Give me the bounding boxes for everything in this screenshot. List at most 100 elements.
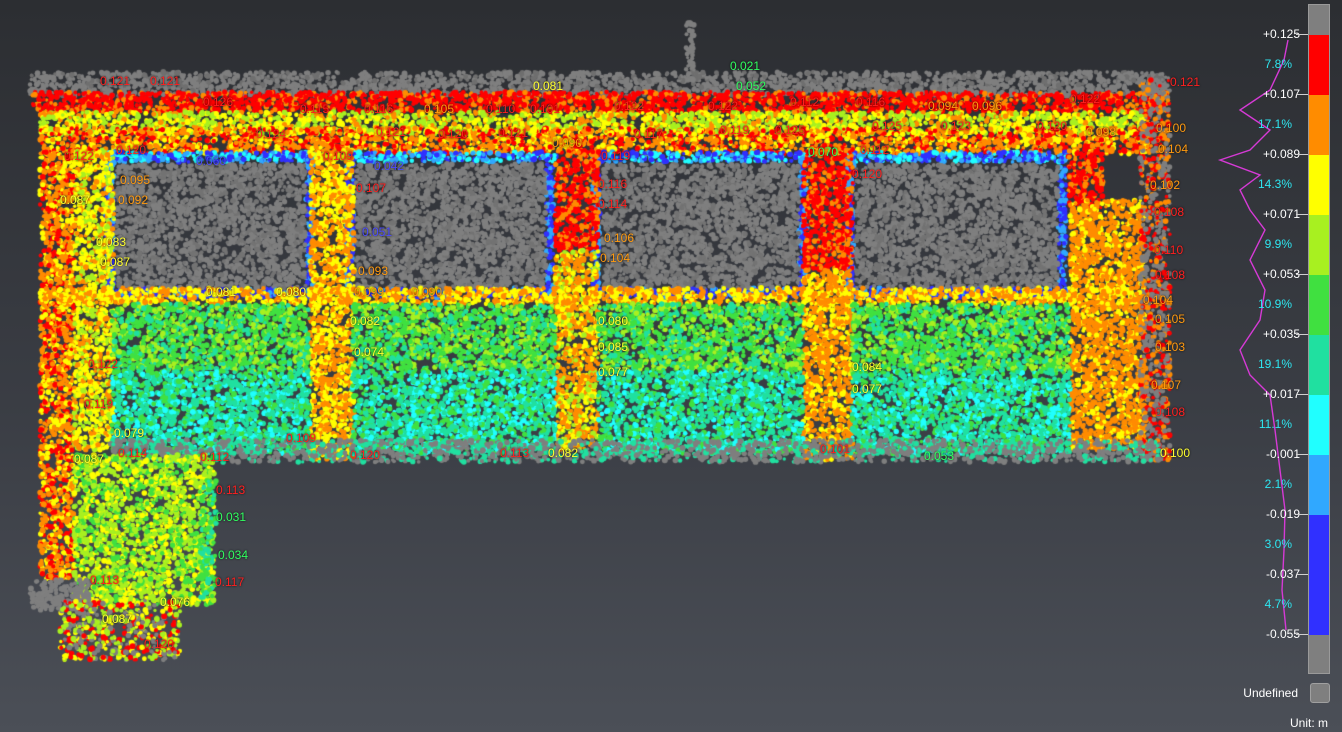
- distance-label: 0.124: [256, 127, 287, 141]
- color-bar-segment: [1309, 515, 1329, 575]
- color-bar-segment: [1309, 215, 1329, 275]
- distance-label: 0.104: [1158, 142, 1189, 156]
- distance-label: 0.101: [530, 102, 561, 116]
- point-cloud[interactable]: [0, 0, 1342, 732]
- distance-label: 0.117: [215, 575, 245, 589]
- scale-value: -0.055: [1265, 627, 1300, 641]
- scale-tick: [1296, 94, 1308, 95]
- scale-value: +0.071: [1262, 207, 1300, 221]
- color-bar-segment: [1309, 155, 1329, 215]
- distance-label: 0.112: [200, 450, 230, 464]
- distance-label: 0.116: [364, 102, 394, 116]
- scale-value: +0.053: [1262, 267, 1300, 281]
- distance-label: 0.108: [1155, 405, 1186, 419]
- distance-label: 0.053: [924, 449, 955, 463]
- distance-label: 0.121: [150, 74, 181, 88]
- distance-label: 0.104: [600, 251, 631, 265]
- distance-label: 0.093: [358, 264, 389, 278]
- distance-label: 0.116: [856, 95, 886, 109]
- distance-label: 0.087: [60, 193, 91, 207]
- distance-label: 0.122: [64, 149, 95, 163]
- distance-label: 0.098: [1086, 125, 1117, 139]
- distance-label: 0.087: [100, 255, 131, 269]
- 3d-viewport[interactable]: 0.021 0.052 0.081 0.121 0.121 0.121 0.126 0.115…: [0, 0, 1342, 732]
- distance-label: 0.120: [350, 448, 381, 462]
- distance-label: 0.083: [96, 235, 127, 249]
- distance-label: 0.108: [1155, 268, 1186, 282]
- scale-tick: [1296, 214, 1308, 215]
- distance-label: 0.085: [598, 340, 629, 354]
- distance-label: 0.099: [354, 285, 385, 299]
- distance-label: 0.121: [100, 74, 131, 88]
- distance-label: 0.051: [362, 225, 393, 239]
- distance-label: 0.106: [604, 231, 635, 245]
- scale-percentage: 2.1%: [1264, 477, 1292, 491]
- distance-label: 0.082: [548, 446, 579, 460]
- color-bar[interactable]: [1308, 4, 1330, 674]
- distance-label: 0.031: [216, 510, 247, 524]
- color-bar-segment: [1309, 575, 1329, 635]
- scale-percentage: 14.3%: [1257, 177, 1292, 191]
- distance-label: 0.042: [374, 159, 405, 173]
- distance-label: 0.021: [730, 59, 761, 73]
- color-bar-segment: [1309, 95, 1329, 155]
- distance-label: 0.096: [972, 99, 1003, 113]
- scale-value: +0.125: [1262, 27, 1300, 41]
- color-bar-segment: [1309, 35, 1329, 95]
- color-bar-segment: [1309, 395, 1329, 455]
- distance-label: 0.121: [376, 125, 407, 139]
- scale-tick: [1296, 574, 1308, 575]
- scale-percentage: 10.9%: [1257, 297, 1292, 311]
- color-bar-segment: [1309, 335, 1329, 395]
- distance-label: 0.081: [533, 79, 564, 93]
- distance-label: 0.119: [601, 149, 631, 163]
- distance-label: 0.087: [74, 452, 105, 466]
- color-bar-cap-top: [1309, 5, 1329, 35]
- scale-tick: [1296, 634, 1308, 635]
- scale-value: +0.035: [1262, 327, 1300, 341]
- distance-label: 0.120: [116, 143, 147, 157]
- distance-label: 0.074: [354, 345, 385, 359]
- distance-label: 0.120: [1037, 119, 1068, 133]
- distance-label: 0.092: [118, 193, 149, 207]
- distance-label: 0.114: [598, 197, 628, 211]
- distance-label: 0.122: [614, 99, 645, 113]
- distance-label: 0.125: [775, 123, 806, 137]
- scale-tick: [1296, 274, 1308, 275]
- distance-label: 0.120: [438, 127, 469, 141]
- scale-tick: [1296, 394, 1308, 395]
- scale-percentage: 7.8%: [1264, 57, 1292, 71]
- distance-label: 0.080: [276, 285, 307, 299]
- scale-percentage: 11.1%: [1258, 417, 1292, 431]
- distance-label: 0.103: [1155, 340, 1186, 354]
- distance-label: 0.113: [90, 573, 120, 587]
- scale-percentage: 4.7%: [1264, 597, 1292, 611]
- scale-tick: [1296, 514, 1308, 515]
- distance-label: 0.087: [102, 612, 133, 626]
- distance-label: 0.052: [736, 79, 767, 93]
- scale-tick: [1296, 454, 1308, 455]
- distance-label: 0.121: [498, 126, 529, 140]
- scale-percentage: 9.9%: [1264, 237, 1292, 251]
- distance-label: 0.126: [203, 95, 234, 109]
- scale-tick: [1296, 334, 1308, 335]
- distance-label: 0.104: [1143, 293, 1174, 307]
- undefined-swatch: [1310, 683, 1330, 703]
- distance-label: 0.095: [120, 173, 151, 187]
- distance-label: 0.113: [216, 483, 246, 497]
- scale-value: +0.017: [1262, 387, 1300, 401]
- distance-label: 0.110: [486, 102, 516, 116]
- distance-label: 0.077: [852, 382, 883, 396]
- distance-label: 0.119: [84, 397, 114, 411]
- distance-label: 0.080: [598, 314, 629, 328]
- distance-label: 0.100: [1160, 446, 1191, 460]
- distance-label: 0.120: [852, 167, 883, 181]
- distance-label: 0.101: [820, 442, 851, 456]
- color-bar-segment: [1309, 455, 1329, 515]
- unit-label: Unit: m: [1289, 716, 1328, 730]
- distance-label: 0.116: [598, 177, 628, 191]
- distance-label: 0.070: [808, 145, 839, 159]
- distance-label: 0.105: [424, 102, 455, 116]
- distance-label: 0.090: [552, 136, 583, 150]
- scale-value: -0.019: [1265, 507, 1300, 521]
